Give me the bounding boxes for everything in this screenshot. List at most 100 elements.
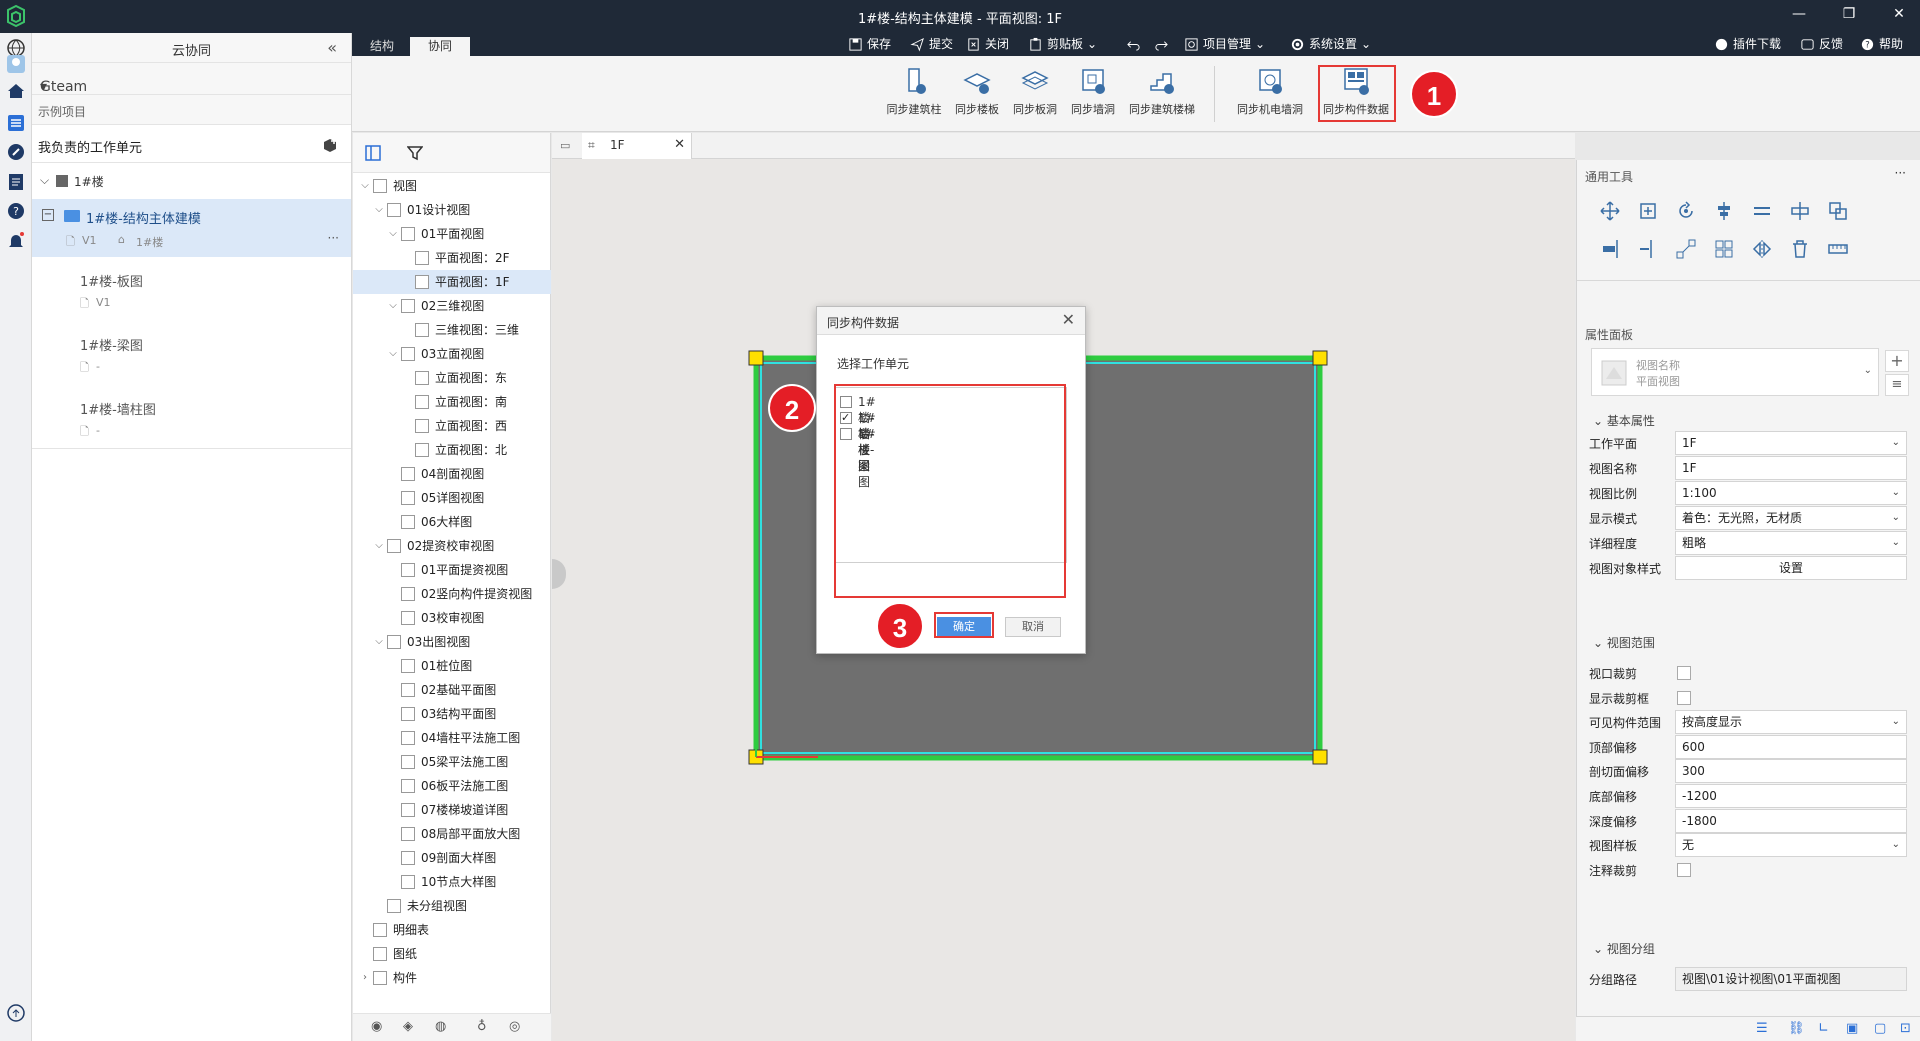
sync-mep-hole-button[interactable]: 同步机电墙洞 bbox=[1232, 66, 1308, 117]
tree-node[interactable]: 立面视图：南 bbox=[353, 390, 551, 414]
tab-collaboration[interactable]: 协同 bbox=[410, 37, 471, 56]
document-icon[interactable] bbox=[6, 172, 26, 192]
sync-slab-hole-button[interactable]: 同步板洞 bbox=[1008, 66, 1062, 117]
tree-node[interactable]: › 构件 bbox=[353, 966, 551, 990]
tree-node[interactable]: 立面视图：北 bbox=[353, 438, 551, 462]
visibility-icon[interactable]: ◎ bbox=[509, 1019, 520, 1034]
group-group[interactable]: ⌄ 视图分组 bbox=[1593, 940, 1655, 957]
more-options-button[interactable]: ··· bbox=[328, 231, 339, 245]
type-selector[interactable]: 视图名称 平面视图 ⌄ bbox=[1591, 348, 1879, 396]
prop-checkbox[interactable] bbox=[1677, 690, 1691, 705]
close-button[interactable]: 关闭 bbox=[966, 33, 1009, 56]
prop-select[interactable]: 粗略 ⌄ bbox=[1675, 531, 1907, 555]
prop-input[interactable]: 600 bbox=[1675, 734, 1907, 759]
chevron-down-icon[interactable]: ⌵ bbox=[387, 222, 399, 246]
edit-type-button[interactable]: ≡ bbox=[1885, 374, 1909, 396]
isolate-icon[interactable]: ◍ bbox=[435, 1019, 446, 1034]
collapse-toggle-icon[interactable]: − bbox=[42, 209, 54, 221]
tools-more-button[interactable]: ··· bbox=[1895, 166, 1906, 180]
add-type-button[interactable]: + bbox=[1885, 350, 1909, 372]
mirror-icon[interactable] bbox=[1751, 238, 1773, 260]
tree-node[interactable]: ⌵ 01平面视图 bbox=[353, 222, 551, 246]
tree-node[interactable]: 10节点大样图 bbox=[353, 870, 551, 894]
tree-node[interactable]: ⌵ 02三维视图 bbox=[353, 294, 551, 318]
restore-icon[interactable]: ▭ bbox=[560, 139, 570, 152]
copy-icon[interactable] bbox=[1637, 200, 1659, 222]
tree-node[interactable]: 平面视图：1F bbox=[353, 270, 551, 294]
tree-node[interactable]: 05详图视图 bbox=[353, 486, 551, 510]
home-icon[interactable] bbox=[6, 81, 26, 101]
tree-node[interactable]: 05梁平法施工图 bbox=[353, 750, 551, 774]
trim-icon[interactable] bbox=[1637, 238, 1659, 260]
dialog-close-button[interactable]: ✕ bbox=[1062, 310, 1075, 329]
sidebar-toggle-icon[interactable] bbox=[365, 145, 381, 161]
tree-node[interactable]: 01平面提资视图 bbox=[353, 558, 551, 582]
split-icon[interactable] bbox=[1789, 200, 1811, 222]
filter-icon[interactable] bbox=[407, 145, 423, 161]
tree-node[interactable]: 06板平法施工图 bbox=[353, 774, 551, 798]
group-icon[interactable] bbox=[1713, 238, 1735, 260]
sync-floor-button[interactable]: 同步楼板 bbox=[950, 66, 1004, 117]
tree-node[interactable]: 04剖面视图 bbox=[353, 462, 551, 486]
team-selector[interactable]: Gteam ▾ bbox=[32, 63, 351, 95]
tree-node[interactable]: ⌵ 01设计视图 bbox=[353, 198, 551, 222]
tree-node[interactable]: ⌵ 02提资校审视图 bbox=[353, 534, 551, 558]
axis-icon[interactable]: ∟ bbox=[1818, 1021, 1829, 1036]
maximize-button[interactable]: ❐ bbox=[1834, 6, 1864, 26]
tab-structure[interactable]: 结构 bbox=[352, 37, 412, 56]
tree-node[interactable]: 02竖向构件提资视图 bbox=[353, 582, 551, 606]
tree-node[interactable]: ⌵ 03立面视图 bbox=[353, 342, 551, 366]
building-row[interactable]: ⌵ 1#楼 bbox=[32, 163, 351, 199]
prop-input[interactable]: 1F bbox=[1675, 456, 1907, 480]
window-icon[interactable]: ▣ bbox=[1846, 1021, 1858, 1036]
tree-node[interactable]: 立面视图：东 bbox=[353, 366, 551, 390]
tree-node[interactable]: ⌵ 03出图视图 bbox=[353, 630, 551, 654]
close-tab-icon[interactable]: ✕ bbox=[674, 137, 685, 152]
tree-node[interactable]: 08局部平面放大图 bbox=[353, 822, 551, 846]
prop-select[interactable]: 无 ⌄ bbox=[1675, 833, 1907, 858]
project-management-menu[interactable]: 项目管理 ⌄ bbox=[1184, 33, 1265, 56]
lightbulb-icon[interactable]: ♁ bbox=[477, 1019, 487, 1034]
bell-icon[interactable] bbox=[6, 231, 26, 251]
prop-input[interactable]: -1800 bbox=[1675, 808, 1907, 833]
prop-input[interactable]: -1200 bbox=[1675, 784, 1907, 808]
tree-node[interactable]: 06大样图 bbox=[353, 510, 551, 534]
cloud-upload-icon[interactable] bbox=[6, 1003, 26, 1023]
work-unit-row[interactable]: 1#楼-梁图 🗋 - bbox=[32, 321, 351, 385]
list-view-icon[interactable]: ☰ bbox=[1756, 1021, 1768, 1036]
prop-select[interactable]: 1:100 ⌄ bbox=[1675, 481, 1907, 505]
tree-node[interactable]: 01桩位图 bbox=[353, 654, 551, 678]
prop-input[interactable]: 300 bbox=[1675, 759, 1907, 784]
array-icon[interactable] bbox=[1827, 200, 1849, 222]
cancel-button[interactable]: 取消 bbox=[1005, 617, 1061, 637]
work-unit-row[interactable]: 1#楼-板图 🗋 V1 bbox=[32, 257, 351, 321]
tree-node[interactable]: 09剖面大样图 bbox=[353, 846, 551, 870]
view-tab-1F[interactable]: ⌗ 1F ✕ bbox=[582, 133, 692, 159]
tree-node[interactable]: ⌵ 视图 bbox=[353, 174, 551, 198]
prop-select[interactable]: 着色：无光照，无材质 ⌄ bbox=[1675, 506, 1907, 530]
measure-icon[interactable] bbox=[1827, 238, 1849, 260]
undo-button[interactable] bbox=[1126, 33, 1141, 56]
chevron-down-icon[interactable]: ⌵ bbox=[373, 534, 385, 558]
tree-node[interactable]: 04墙柱平法施工图 bbox=[353, 726, 551, 750]
move-icon[interactable] bbox=[1599, 200, 1621, 222]
expand-handle[interactable] bbox=[552, 559, 566, 589]
tree-node[interactable]: 07楼梯坡道详图 bbox=[353, 798, 551, 822]
tree-node[interactable]: 03结构平面图 bbox=[353, 702, 551, 726]
tree-node[interactable]: 立面视图：西 bbox=[353, 414, 551, 438]
eye-icon[interactable]: ◉ bbox=[371, 1019, 382, 1034]
prop-checkbox[interactable] bbox=[1677, 666, 1691, 680]
chevron-down-icon[interactable]: ⌵ bbox=[387, 342, 399, 366]
prop-select[interactable]: 按高度显示 ⌄ bbox=[1675, 710, 1907, 735]
prop-select[interactable]: 1F ⌄ bbox=[1675, 431, 1907, 455]
project-row[interactable]: 示例项目 bbox=[32, 95, 351, 125]
chevron-down-icon[interactable]: ⌵ bbox=[387, 294, 399, 318]
sync-column-button[interactable]: 同步建筑柱 bbox=[882, 66, 946, 117]
close-window-button[interactable]: ✕ bbox=[1884, 6, 1914, 26]
tree-node[interactable]: 三维视图：三维 bbox=[353, 318, 551, 342]
chevron-down-icon[interactable]: ⌵ bbox=[359, 174, 371, 198]
connect-icon[interactable] bbox=[1675, 238, 1697, 260]
chevron-down-icon[interactable]: ⌵ bbox=[373, 198, 385, 222]
feedback-button[interactable]: 反馈 bbox=[1800, 33, 1843, 56]
tree-node[interactable]: 图纸 bbox=[353, 942, 551, 966]
